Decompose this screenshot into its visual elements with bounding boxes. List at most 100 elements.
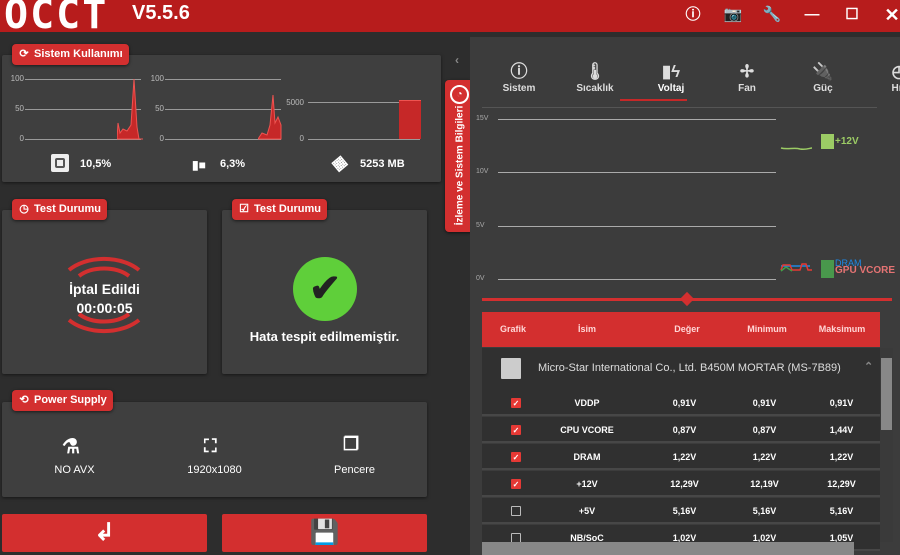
tab-fan[interactable]: ✢ Fan: [717, 61, 777, 94]
sensor-value: 1,22V: [672, 452, 697, 462]
camera-icon[interactable]: 📷: [722, 4, 744, 26]
window-icon: ❐: [343, 434, 360, 454]
axis-label: 100: [10, 74, 24, 83]
table-row[interactable]: +5V 5,16V 5,16V 5,16V: [482, 498, 880, 524]
close-icon[interactable]: ✕: [881, 4, 900, 26]
chevron-up-icon[interactable]: ⌃: [864, 360, 873, 373]
graph-checkbox[interactable]: ✓: [511, 398, 521, 408]
sensor-value: 5,16V: [672, 506, 697, 516]
sensor-max: 12,29V: [827, 479, 856, 489]
app-logo: OCCT: [4, 0, 109, 38]
power-supply-panel: ⚗ NO AVX ⛶ 1920x1080 ❐ Pencere: [2, 402, 427, 497]
table-row[interactable]: ✓ +12V 12,29V 12,19V 12,29V: [482, 471, 880, 497]
speedometer-icon: ◴: [891, 62, 900, 81]
gpu-usage-graph: [258, 95, 282, 140]
resolution[interactable]: 1920x1080: [167, 464, 262, 476]
group-header[interactable]: Micro-Star International Co., Ltd. B450M…: [482, 348, 880, 390]
sensor-name: CPU VCORE: [560, 425, 614, 435]
tag-label: Test Durumu: [254, 203, 322, 215]
save-button[interactable]: 💾: [222, 514, 427, 552]
battery-bolt-icon: ▮ϟ: [661, 62, 681, 81]
col-graph[interactable]: Grafik: [488, 324, 538, 334]
tab-label: Güç: [813, 83, 833, 94]
horizontal-scrollbar[interactable]: [482, 542, 854, 555]
motherboard-icon: [501, 358, 521, 379]
axis-label: 0: [19, 134, 24, 143]
axis-label: 50: [155, 104, 164, 113]
table-row[interactable]: ✓ DRAM 1,22V 1,22V 1,22V: [482, 444, 880, 470]
check-icon: ✔: [293, 257, 357, 321]
gauge-icon: ◔: [450, 85, 469, 104]
side-tab-label: İzleme ve Sistem Bilgileri: [454, 105, 466, 226]
sensor-max: 1,44V: [829, 425, 854, 435]
col-name[interactable]: İsim: [562, 324, 612, 334]
table-row[interactable]: ✓ CPU VCORE 0,87V 0,87V 1,44V: [482, 417, 880, 443]
clock-icon: ◷: [19, 203, 29, 215]
y-tick: 5V: [476, 222, 485, 229]
power-cycle-icon: ⟲: [19, 394, 29, 406]
back-button[interactable]: ↲: [2, 514, 207, 552]
ram-usage-value: 5253 MB: [360, 158, 405, 170]
sensor-min: 1,22V: [752, 452, 777, 462]
table-row[interactable]: ✓ VDDP 0,91V 0,91V 0,91V: [482, 390, 880, 416]
maximize-icon[interactable]: ☐: [841, 4, 863, 26]
tab-temperature[interactable]: 🌡 Sıcaklık: [565, 61, 625, 94]
legend-12v: +12V: [835, 136, 859, 147]
y-tick: 0V: [476, 275, 485, 282]
graph-checkbox[interactable]: ✓: [511, 452, 521, 462]
y-tick: 15V: [476, 115, 489, 122]
graph-checkbox[interactable]: [511, 506, 521, 516]
system-usage-panel: 100 50 0 100 50 0 5000 0 10,5% ▮■ 6,3% ▦…: [2, 55, 441, 182]
wrench-icon[interactable]: 🔧: [761, 4, 783, 26]
tab-speed[interactable]: ◴ Hız: [869, 61, 900, 94]
info-icon[interactable]: ⓘ: [682, 4, 704, 26]
sensor-max: 5,16V: [829, 506, 854, 516]
vertical-scrollbar[interactable]: [880, 348, 893, 542]
cpu-usage-value: 10,5%: [80, 158, 112, 170]
test-state: İptal Edildi: [69, 281, 140, 297]
power-supply-tag: ⟲ Power Supply: [12, 390, 113, 411]
window-mode[interactable]: Pencere: [307, 464, 402, 476]
avx-mode[interactable]: NO AVX: [27, 464, 122, 476]
tab-label: Hız: [891, 83, 900, 94]
sensor-min: 0,87V: [752, 425, 777, 435]
sensor-max: 1,22V: [829, 452, 854, 462]
tab-label: Voltaj: [657, 83, 685, 94]
graph-checkbox[interactable]: ✓: [511, 479, 521, 489]
tab-power[interactable]: 🔌 Güç: [793, 61, 853, 94]
test-timer: 00:00:05: [76, 300, 133, 316]
minimize-icon[interactable]: —: [801, 4, 823, 26]
tab-system[interactable]: ⓘ Sistem: [489, 61, 549, 94]
refresh-icon: ⟳: [19, 48, 29, 60]
info-icon: ⓘ: [510, 62, 528, 81]
sensor-min: 5,16V: [752, 506, 777, 516]
axis-label: 0: [159, 134, 164, 143]
active-tab-indicator: [620, 99, 687, 101]
test-status-tag: ◷ Test Durumu: [12, 199, 108, 220]
tab-voltage[interactable]: ▮ϟ Voltaj: [641, 61, 701, 94]
sensor-max: 0,91V: [829, 398, 854, 408]
col-max[interactable]: Maksimum: [807, 324, 877, 334]
sensor-value: 0,91V: [672, 398, 697, 408]
title-bar: OCCT V5.5.6 ⓘ 📷 🔧 — ☐ ✕: [0, 0, 900, 38]
axis-label: 100: [150, 74, 164, 83]
sensor-min: 0,91V: [752, 398, 777, 408]
group-name: Micro-Star International Co., Ltd. B450M…: [538, 362, 841, 374]
col-value[interactable]: Değer: [662, 324, 712, 334]
collapse-chevron-icon[interactable]: ‹: [455, 53, 459, 67]
col-min[interactable]: Minimum: [732, 324, 802, 334]
y-tick: 10V: [476, 168, 489, 175]
motherboard-icon: [821, 260, 834, 278]
fullscreen-icon: ⛶: [204, 436, 217, 456]
sensor-name: VDDP: [574, 398, 600, 408]
sensor-value: 12,29V: [670, 479, 699, 489]
cpu-icon: [51, 154, 69, 172]
graph-checkbox[interactable]: ✓: [511, 425, 521, 435]
legend-gpu-vcore: GPU VCORE: [835, 265, 896, 276]
sensor-name: DRAM: [573, 452, 601, 462]
scrollbar-thumb[interactable]: [881, 358, 892, 430]
tag-label: Test Durumu: [34, 203, 102, 215]
error-status-tag: ☑ Test Durumu: [232, 199, 328, 220]
system-usage-tag: ⟳ Sistem Kullanımı: [12, 44, 129, 65]
tab-label: Sıcaklık: [576, 83, 614, 94]
